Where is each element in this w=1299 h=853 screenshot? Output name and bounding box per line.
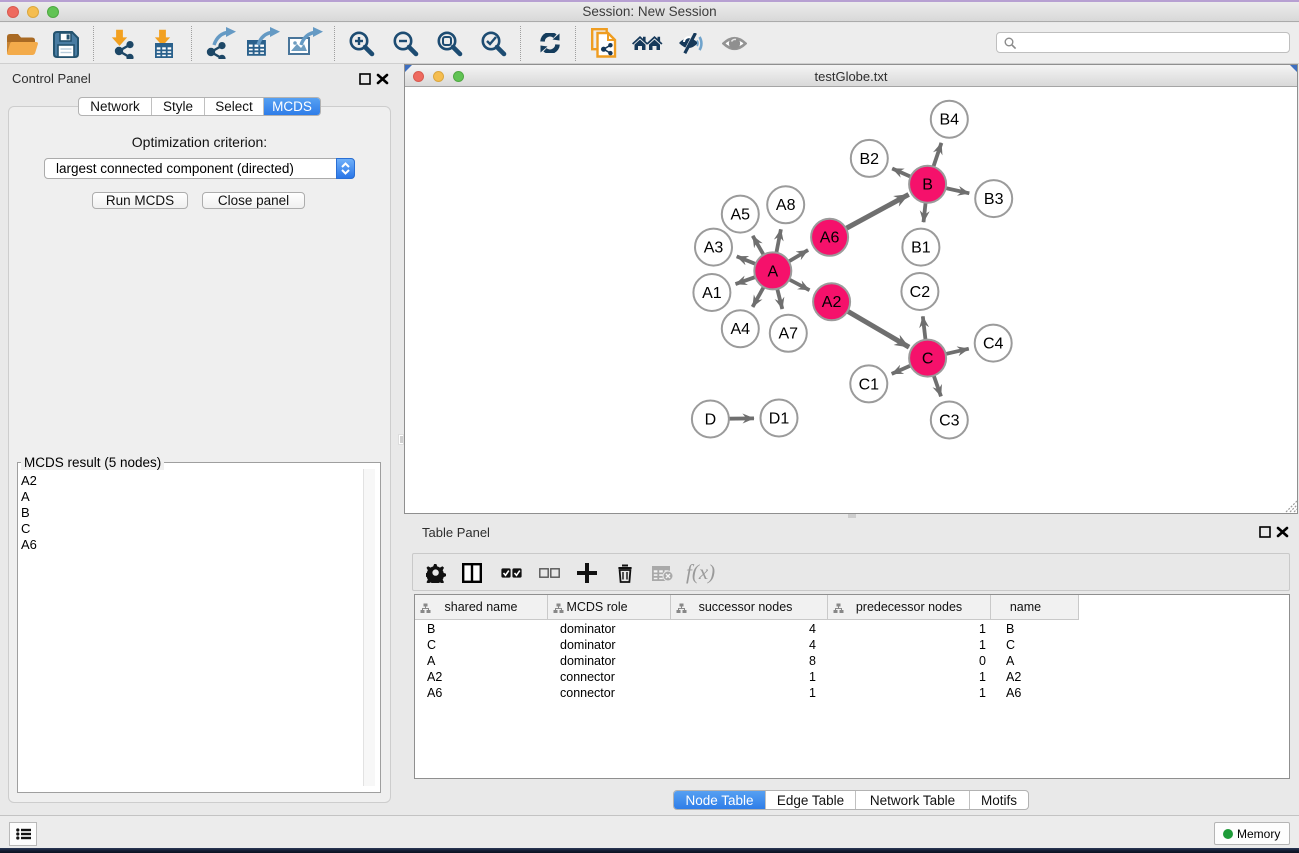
svg-text:B: B — [922, 177, 933, 194]
svg-text:A8: A8 — [776, 197, 796, 214]
svg-text:A5: A5 — [731, 207, 751, 224]
svg-text:C4: C4 — [983, 336, 1004, 353]
svg-text:A: A — [767, 263, 778, 280]
svg-text:A4: A4 — [731, 321, 751, 338]
svg-text:C3: C3 — [939, 412, 960, 429]
svg-text:A1: A1 — [702, 285, 722, 302]
svg-text:B4: B4 — [940, 112, 960, 129]
svg-text:C1: C1 — [859, 376, 880, 393]
svg-text:A3: A3 — [704, 240, 724, 257]
svg-text:C: C — [922, 351, 934, 368]
svg-text:A2: A2 — [822, 294, 842, 311]
svg-text:A7: A7 — [779, 326, 799, 343]
svg-text:A6: A6 — [820, 230, 840, 247]
svg-text:B1: B1 — [911, 240, 931, 257]
svg-text:D: D — [705, 411, 717, 428]
svg-text:C2: C2 — [910, 284, 931, 301]
svg-text:D1: D1 — [769, 410, 790, 427]
svg-text:B2: B2 — [860, 151, 880, 168]
svg-text:B3: B3 — [984, 191, 1004, 208]
